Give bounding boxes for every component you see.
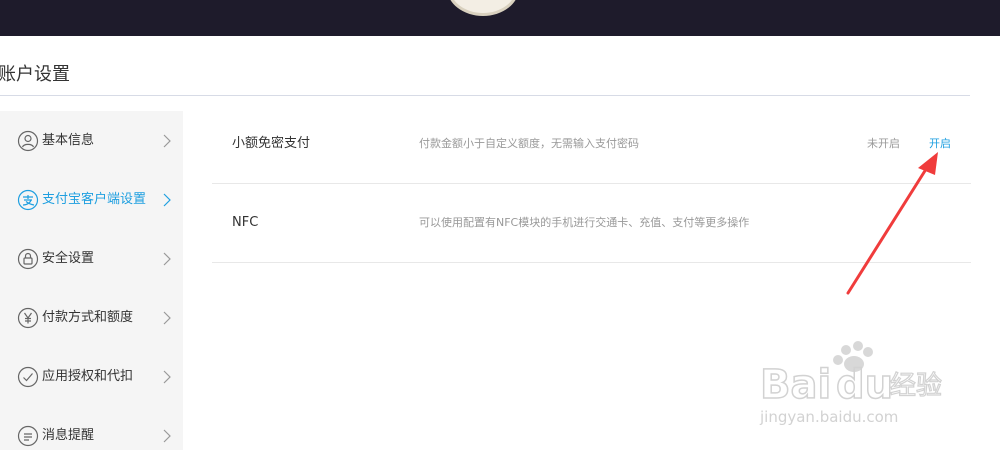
sidebar-item-label: 应用授权和代扣 xyxy=(42,368,134,384)
sidebar-item-app-authorization[interactable]: 应用授权和代扣 xyxy=(0,347,183,406)
sidebar: 基本信息 支付宝客户端设置 安全设置 付款方式和额度 应用授权和代扣 消息提醒 xyxy=(0,111,183,450)
sidebar-item-label: 基本信息 xyxy=(42,132,95,148)
svg-text:Bai: Bai xyxy=(760,362,831,408)
check-circle-icon xyxy=(17,366,39,387)
watermark-url: jingyan.baidu.com xyxy=(760,408,899,426)
chevron-right-icon xyxy=(163,252,171,265)
chevron-right-icon xyxy=(163,370,171,383)
setting-row-small-password-free: 小额免密支付 付款金额小于自定义额度，无需输入支付密码 未开启 开启 xyxy=(212,105,971,184)
svg-text:du: du xyxy=(836,362,893,408)
message-icon xyxy=(17,425,39,446)
setting-name: 小额免密支付 xyxy=(232,136,311,151)
setting-name: NFC xyxy=(232,215,259,230)
sidebar-item-label: 安全设置 xyxy=(42,250,95,266)
enable-button[interactable]: 开启 xyxy=(929,136,951,152)
sidebar-item-label: 消息提醒 xyxy=(42,427,95,443)
svg-text:经验: 经验 xyxy=(890,371,942,401)
sidebar-item-label: 付款方式和额度 xyxy=(42,309,134,325)
sidebar-item-alipay-client-settings[interactable]: 支付宝客户端设置 xyxy=(0,170,183,229)
sidebar-item-basic-info[interactable]: 基本信息 xyxy=(0,111,183,170)
chevron-right-icon xyxy=(163,134,171,147)
setting-description: 付款金额小于自定义额度，无需输入支付密码 xyxy=(419,137,639,150)
sidebar-item-security-settings[interactable]: 安全设置 xyxy=(0,229,183,288)
avatar[interactable] xyxy=(447,0,519,16)
setting-row-nfc: NFC 可以使用配置有NFC模块的手机进行交通卡、充值、支付等更多操作 xyxy=(212,184,971,263)
status-label: 未开启 xyxy=(867,137,900,150)
user-icon xyxy=(17,130,39,151)
sidebar-item-payment-methods[interactable]: 付款方式和额度 xyxy=(0,288,183,347)
chevron-right-icon xyxy=(163,429,171,442)
top-navigation-bar xyxy=(0,0,1000,36)
page-title: 账户设置 xyxy=(0,64,70,85)
alipay-icon xyxy=(17,189,39,210)
setting-description: 可以使用配置有NFC模块的手机进行交通卡、充值、支付等更多操作 xyxy=(419,216,750,229)
yen-icon xyxy=(17,307,39,328)
divider xyxy=(0,95,970,96)
chevron-right-icon xyxy=(163,193,171,206)
lock-icon xyxy=(17,248,39,269)
chevron-right-icon xyxy=(163,311,171,324)
sidebar-item-label: 支付宝客户端设置 xyxy=(42,191,147,207)
sidebar-item-notifications[interactable]: 消息提醒 xyxy=(0,406,183,465)
